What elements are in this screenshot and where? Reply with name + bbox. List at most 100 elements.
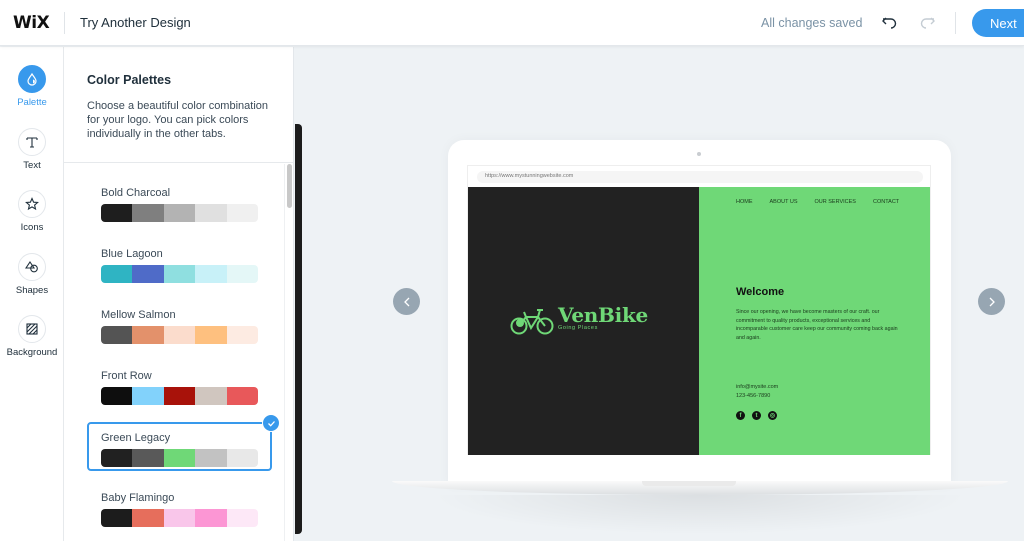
nav-about-us[interactable]: ABOUT US <box>770 199 798 205</box>
palette-name: Baby Flamingo <box>101 492 175 504</box>
site-content-section: HOME ABOUT US OUR SERVICES CONTACT Welco… <box>699 187 930 455</box>
palette-swatches <box>101 265 258 283</box>
color-swatch <box>195 265 227 283</box>
page-title: Try Another Design <box>80 15 191 30</box>
color-swatch <box>132 449 164 467</box>
divider <box>64 12 65 34</box>
previous-design-button[interactable] <box>393 288 420 315</box>
welcome-text: Since our opening, we have become master… <box>736 309 898 341</box>
color-swatch <box>132 387 164 405</box>
rail-item-icons[interactable]: Icons <box>0 190 64 233</box>
color-swatch <box>195 204 227 222</box>
contact-email: info@mysite.com <box>736 384 779 390</box>
rail-item-shapes[interactable]: Shapes <box>0 253 64 296</box>
site-logo-section: VenBike Going Places <box>468 187 699 455</box>
hatched-square-icon <box>26 323 38 335</box>
panel-title: Color Palettes <box>87 73 172 87</box>
color-swatch <box>226 509 258 527</box>
palette-swatches <box>101 387 258 405</box>
scroll-thumb[interactable] <box>287 164 292 208</box>
star-icon <box>25 197 39 211</box>
wix-logo[interactable]: WiX <box>13 13 50 33</box>
color-swatch <box>163 265 196 283</box>
rail-item-palette[interactable]: Palette <box>0 65 64 108</box>
palette-option[interactable]: Mellow Salmon <box>87 299 272 348</box>
color-swatch <box>101 326 133 344</box>
color-swatch <box>101 204 133 222</box>
laptop-notch <box>642 481 736 486</box>
contact-info: info@mysite.com 123-456-7890 <box>736 383 778 400</box>
color-swatch <box>132 204 164 222</box>
rail-label: Icons <box>20 222 44 233</box>
website-preview: VenBike Going Places HOME ABOUT US OUR S… <box>468 187 930 455</box>
palette-option[interactable]: Baby Flamingo <box>87 482 272 531</box>
color-swatch <box>195 326 227 344</box>
color-swatch <box>101 449 133 467</box>
nav-contact[interactable]: CONTACT <box>873 199 899 205</box>
color-swatch <box>101 265 133 283</box>
palette-name: Green Legacy <box>101 432 171 444</box>
twitter-icon[interactable]: t <box>752 411 761 420</box>
scrollbar[interactable] <box>284 164 294 541</box>
contact-phone: 123-456-7890 <box>736 392 771 399</box>
laptop-camera <box>697 152 701 156</box>
nav-home[interactable]: HOME <box>736 199 753 205</box>
shapes-icon <box>25 261 38 273</box>
palette-option[interactable]: Front Row <box>87 360 272 409</box>
redo-button[interactable] <box>917 11 937 33</box>
color-swatch <box>195 509 227 527</box>
chevron-right-icon <box>989 297 995 306</box>
color-swatch <box>132 509 164 527</box>
color-swatch <box>195 449 227 467</box>
venbike-logo: VenBike Going Places <box>510 304 648 336</box>
palette-swatches <box>101 449 258 467</box>
color-swatch <box>101 387 133 405</box>
color-swatch <box>226 265 258 283</box>
social-links: f t ◎ <box>736 411 777 420</box>
palette-swatches <box>101 509 258 527</box>
text-t-icon <box>26 137 38 148</box>
palette-swatches <box>101 326 258 344</box>
rail-label: Shapes <box>15 285 49 296</box>
rail-item-background[interactable]: Background <box>0 315 64 358</box>
top-bar: WiX Try Another Design All changes saved… <box>0 0 1024 46</box>
next-design-button[interactable] <box>978 288 1005 315</box>
color-palettes-panel: Color Palettes Choose a beautiful color … <box>64 47 294 541</box>
panel-edge <box>295 124 302 534</box>
palette-name: Front Row <box>101 370 152 382</box>
url-bar: https://www.mystunningwebsite.com <box>477 171 923 183</box>
rail-item-text[interactable]: Text <box>0 128 64 171</box>
redo-icon <box>920 17 935 29</box>
brand-name: VenBike <box>558 303 648 327</box>
palette-name: Bold Charcoal <box>101 187 171 199</box>
rail-label: Background <box>6 347 58 358</box>
divider <box>955 12 956 34</box>
laptop-shadow <box>430 495 970 535</box>
color-swatch <box>163 326 196 344</box>
palette-option[interactable]: Blue Lagoon <box>87 238 272 287</box>
color-swatch <box>163 204 196 222</box>
color-swatch <box>163 387 196 405</box>
color-swatch <box>226 387 258 405</box>
undo-icon <box>882 17 897 29</box>
droplet-icon <box>27 72 37 86</box>
facebook-icon[interactable]: f <box>736 411 745 420</box>
instagram-icon[interactable]: ◎ <box>768 411 777 420</box>
color-swatch <box>163 509 196 527</box>
rail-label: Palette <box>17 97 47 108</box>
palette-option[interactable]: Bold Charcoal <box>87 177 272 226</box>
palette-swatches <box>101 204 258 222</box>
color-swatch <box>163 449 196 467</box>
panel-description: Choose a beautiful color combination for… <box>87 100 269 140</box>
color-swatch <box>132 265 164 283</box>
palette-option[interactable]: Green Legacy <box>87 414 280 471</box>
nav-our-services[interactable]: OUR SERVICES <box>815 199 856 205</box>
checkmark-icon <box>262 414 280 432</box>
palette-name: Mellow Salmon <box>101 309 176 321</box>
color-swatch <box>226 326 258 344</box>
rail-label: Text <box>23 160 41 171</box>
palette-name: Blue Lagoon <box>101 248 163 260</box>
next-button[interactable]: Next <box>972 9 1024 37</box>
browser-preview: https://www.mystunningwebsite.com VenBik… <box>467 165 931 455</box>
undo-button[interactable] <box>880 11 900 33</box>
